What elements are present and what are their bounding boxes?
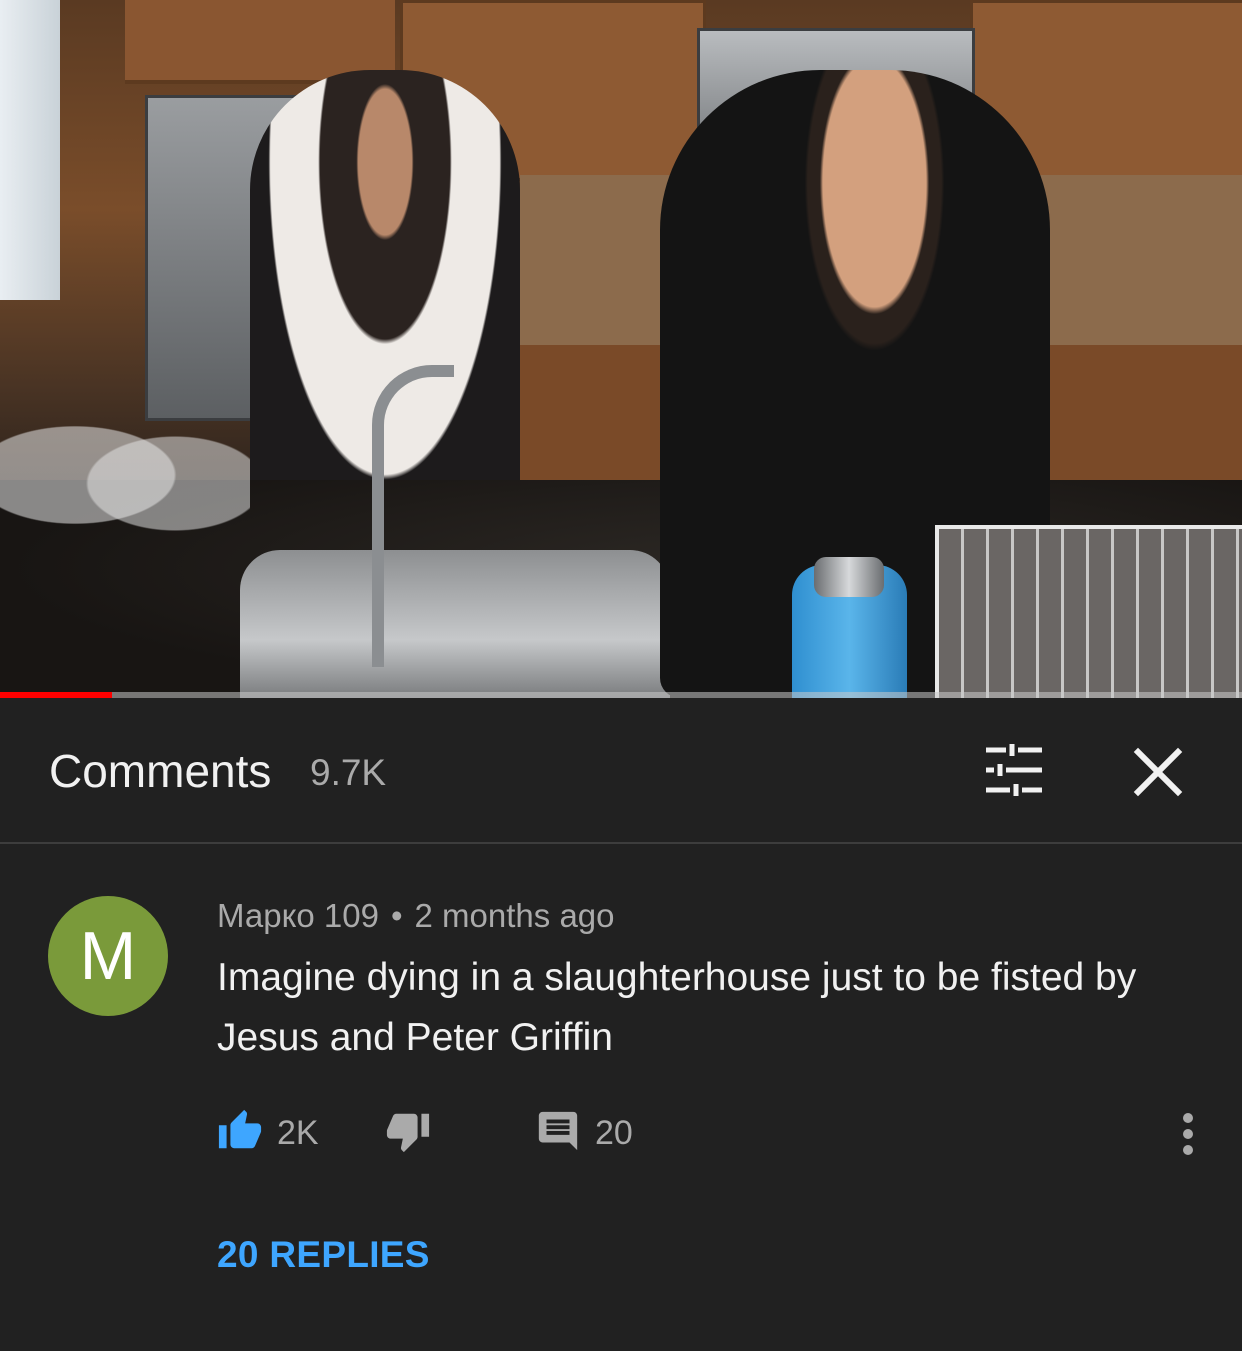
plastic-bags (0, 390, 250, 560)
video-player[interactable] (0, 0, 1242, 698)
more-vertical-icon[interactable] (1172, 1110, 1204, 1158)
reply-count: 20 (595, 1113, 633, 1152)
dislike-button[interactable] (385, 1108, 431, 1158)
water-bottle (792, 557, 907, 698)
thumbs-up-icon (217, 1108, 263, 1159)
avatar[interactable]: M (48, 896, 168, 1016)
close-icon[interactable] (1130, 744, 1186, 800)
sink (240, 550, 670, 698)
thumbs-down-icon (385, 1108, 431, 1159)
faucet (372, 365, 454, 667)
view-replies-link[interactable]: 20 REPLIES (217, 1234, 430, 1276)
avatar-letter: M (79, 918, 137, 994)
like-count: 2K (277, 1113, 319, 1152)
like-button[interactable]: 2K (217, 1108, 319, 1158)
comments-title: Comments (49, 745, 272, 797)
meta-separator: • (390, 897, 403, 934)
comment-icon (535, 1108, 581, 1159)
sort-filter-icon[interactable] (982, 744, 1046, 800)
comment-time: 2 months ago (414, 897, 615, 934)
comment-author[interactable]: Марко 109 (217, 897, 379, 934)
dish-rack (935, 525, 1242, 698)
kitchen-window (0, 0, 60, 300)
reply-button[interactable]: 20 (535, 1108, 633, 1158)
comments-header: Comments 9.7K (0, 698, 1242, 844)
comments-count: 9.7K (310, 752, 387, 793)
comment-text: Imagine dying in a slaughterhouse just t… (217, 956, 1137, 1059)
comment-meta: Марко 109 • 2 months ago (217, 897, 615, 935)
